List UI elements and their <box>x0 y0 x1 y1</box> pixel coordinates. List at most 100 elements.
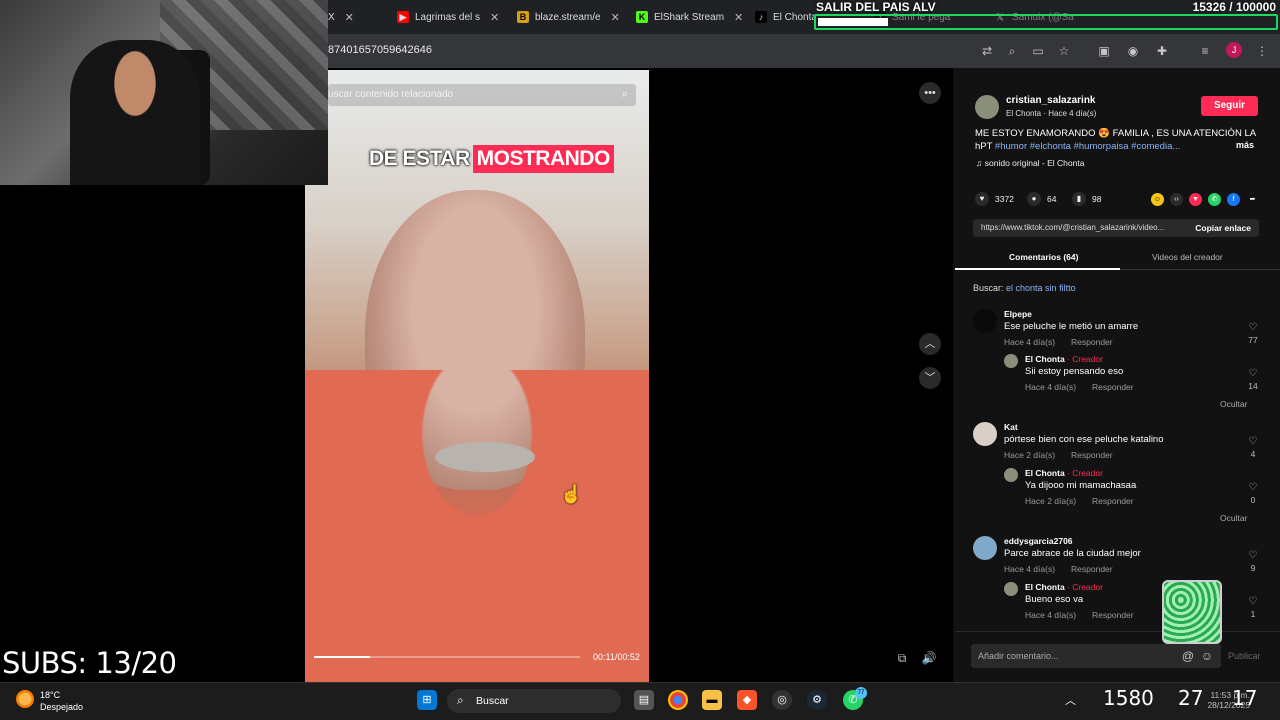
save-count[interactable]: ▮ 98 <box>1072 192 1101 206</box>
search-icon[interactable]: ⌕ <box>622 88 628 101</box>
reply-like[interactable]: ♡ 14 <box>1247 369 1259 392</box>
previous-video-chevron-up-icon[interactable]: ︿ <box>919 333 941 355</box>
publish-button[interactable]: Publicar <box>1228 651 1261 661</box>
clock[interactable]: 11:53 p.m. 28/12/2025 <box>1198 690 1250 710</box>
weather-widget[interactable]: 18°C Despejado <box>40 689 83 713</box>
like-count[interactable]: ♥ 3372 <box>975 192 1014 206</box>
close-tab-icon[interactable]: ✕ <box>734 11 743 24</box>
comment-like[interactable]: ♡ 4 <box>1247 437 1259 460</box>
share-arrow-icon[interactable]: ➦ <box>1246 193 1259 206</box>
url-field[interactable]: 87401657059642646 <box>328 44 432 56</box>
emoji-share-icon[interactable]: ☺ <box>1151 193 1164 206</box>
close-tab-icon[interactable]: ✕ <box>611 11 620 24</box>
comment-author[interactable]: eddysgarcia2706 <box>1004 536 1073 546</box>
tab-comments[interactable]: Comentarios (64) <box>1009 252 1078 262</box>
tab-kick[interactable]: K ElShark Stream ✕ <box>636 6 746 28</box>
facebook-share-icon[interactable]: f <box>1227 193 1240 206</box>
close-tab-icon[interactable]: ✕ <box>490 11 499 24</box>
tab-youtube[interactable]: ▶ Lagrimas del s ✕ <box>397 6 507 28</box>
reading-list-icon[interactable]: ≡ <box>1197 43 1213 59</box>
embed-icon[interactable]: ‹› <box>1170 193 1183 206</box>
creator-avatar[interactable] <box>975 95 999 119</box>
cast-icon[interactable]: ▭ <box>1030 43 1046 59</box>
creator-reply-avatar[interactable] <box>1004 354 1018 368</box>
bookmark-icon[interactable]: ▮ <box>1072 192 1086 206</box>
heart-outline-icon[interactable]: ♡ <box>1247 551 1259 561</box>
tab-x[interactable]: X ✕ <box>328 6 378 28</box>
copy-link-button[interactable]: Copiar enlace <box>1195 223 1251 233</box>
windows-start-icon[interactable]: ⊞ <box>417 690 437 710</box>
puzzle-icon[interactable]: ✚ <box>1154 43 1170 59</box>
tab-blaze[interactable]: B blaze.stream/e ✕ <box>517 6 627 28</box>
whatsapp-share-icon[interactable]: ✆ <box>1208 193 1221 206</box>
steam-icon[interactable]: ⚙ <box>807 690 827 710</box>
pip-icon[interactable]: ⧉ <box>894 650 910 666</box>
comment-text: Parce abrace de la ciudad mejor <box>1004 548 1141 559</box>
volume-icon[interactable]: 🔊 <box>921 650 937 666</box>
hide-replies-button[interactable]: Ocultar <box>1220 513 1247 523</box>
comment-like[interactable]: ♡ 9 <box>1247 551 1259 574</box>
heart-outline-icon[interactable]: ♡ <box>1247 437 1259 447</box>
emoji-icon[interactable]: ☺ <box>1199 648 1215 664</box>
hashtags[interactable]: #humor #elchonta #humorpaisa #comedia... <box>995 141 1180 152</box>
more-options-icon[interactable]: ••• <box>919 82 941 104</box>
profile-avatar[interactable]: J <box>1226 42 1242 58</box>
tab-el-chonta[interactable]: ♪ El Chonta <box>755 6 815 28</box>
reply-button[interactable]: Responder <box>1092 382 1134 392</box>
video-progress-bar[interactable] <box>314 656 580 658</box>
share-link[interactable]: https://www.tiktok.com/@cristian_salazar… <box>981 223 1164 232</box>
sound-link[interactable]: ♫ sonido original - El Chonta <box>976 158 1084 168</box>
taskbar-search[interactable]: ⌕ Buscar <box>447 689 621 713</box>
reply-like[interactable]: ♡ 1 <box>1247 597 1259 620</box>
tray-chevron-up-icon[interactable]: ︿ <box>1065 692 1076 708</box>
heart-outline-icon[interactable]: ♡ <box>1247 369 1259 379</box>
comment-avatar[interactable] <box>973 536 997 560</box>
obs-icon[interactable]: ◎ <box>772 690 792 710</box>
heart-outline-icon[interactable]: ♡ <box>1247 483 1259 493</box>
mention-icon[interactable]: @ <box>1180 648 1196 664</box>
brave-icon[interactable]: ◆ <box>737 690 757 710</box>
creator-reply-avatar[interactable] <box>1004 468 1018 482</box>
comment-avatar[interactable] <box>973 422 997 446</box>
creator-reply-avatar[interactable] <box>1004 582 1018 596</box>
comment-avatar[interactable] <box>973 309 997 333</box>
reply-button[interactable]: Responder <box>1071 564 1113 574</box>
reply-like[interactable]: ♡ 0 <box>1247 483 1259 506</box>
comment-like[interactable]: ♡ 77 <box>1247 323 1259 346</box>
reply-button[interactable]: Responder <box>1071 337 1113 347</box>
related-search-input[interactable]: uscar contenido relacionado ⌕ <box>328 84 636 106</box>
comment-author[interactable]: Elpepe <box>1004 309 1032 319</box>
reply-author[interactable]: El Chonta · Creador <box>1025 468 1103 478</box>
translate-icon[interactable]: ⇄ <box>979 43 995 59</box>
extension-icon[interactable]: ◉ <box>1125 43 1141 59</box>
zoom-icon[interactable]: ⌕ <box>1004 43 1020 59</box>
reply-button[interactable]: Responder <box>1092 610 1134 620</box>
chrome-icon[interactable] <box>668 690 688 710</box>
next-video-chevron-down-icon[interactable]: ﹀ <box>919 367 941 389</box>
comment-count[interactable]: ● 64 <box>1027 192 1056 206</box>
search-query[interactable]: el chonta sin filtto <box>1006 283 1076 293</box>
more-button[interactable]: más <box>1236 140 1254 150</box>
send-icon[interactable]: ▼ <box>1189 193 1202 206</box>
hide-replies-button[interactable]: Ocultar <box>1220 399 1247 409</box>
reply-button[interactable]: Responder <box>1092 496 1134 506</box>
menu-icon[interactable]: ⋮ <box>1254 43 1270 59</box>
comment-author[interactable]: Kat <box>1004 422 1018 432</box>
reply-button[interactable]: Responder <box>1071 450 1113 460</box>
close-tab-icon[interactable]: ✕ <box>345 11 354 24</box>
heart-icon[interactable]: ♥ <box>975 192 989 206</box>
creator-username[interactable]: cristian_salazarink <box>1006 95 1096 106</box>
weather-icon[interactable] <box>16 690 34 708</box>
comment-bubble-icon[interactable]: ● <box>1027 192 1041 206</box>
file-explorer-icon[interactable]: ▬ <box>702 690 722 710</box>
bookmark-star-icon[interactable]: ☆ <box>1056 43 1072 59</box>
reply-author[interactable]: El Chonta · Creador <box>1025 582 1103 592</box>
reply-author[interactable]: El Chonta · Creador <box>1025 354 1103 364</box>
heart-outline-icon[interactable]: ♡ <box>1247 597 1259 607</box>
tab-creator-videos[interactable]: Videos del creador <box>1152 252 1223 262</box>
follow-button[interactable]: Seguir <box>1201 96 1258 116</box>
search-suggestion[interactable]: Buscar: el chonta sin filtto <box>973 283 1076 293</box>
task-view-icon[interactable]: ▤ <box>634 690 654 710</box>
extension-screenshot-icon[interactable]: ▣ <box>1096 43 1112 59</box>
heart-outline-icon[interactable]: ♡ <box>1247 323 1259 333</box>
